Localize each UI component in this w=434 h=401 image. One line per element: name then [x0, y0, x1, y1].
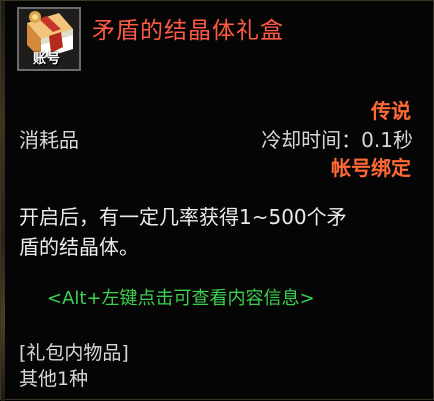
gift-box-icon: 账号 [17, 7, 81, 71]
tooltip-border [1, 1, 5, 401]
item-description: 开启后，有一定几率获得1~500个矛 盾的结晶体。 [19, 202, 419, 262]
description-line: 盾的结晶体。 [19, 235, 139, 259]
item-category: 消耗品 [19, 128, 79, 152]
description-line: 开启后，有一定几率获得1~500个矛 [19, 205, 347, 229]
cooldown-text: 冷却时间：0.1秒 [261, 128, 413, 152]
rarity-label: 传说 [371, 99, 411, 123]
package-contents: [礼包内物品] 其他1种 [19, 340, 129, 392]
item-name: 矛盾的结晶体礼盒 [92, 18, 284, 44]
view-contents-hint: <Alt+左键点击可查看内容信息> [47, 288, 315, 309]
binding-label: 帐号绑定 [331, 156, 411, 180]
account-tag: 账号 [33, 52, 62, 67]
item-tooltip: 账号 矛盾的结晶体礼盒 传说 消耗品 冷却时间：0.1秒 帐号绑定 开启后，有一… [0, 0, 434, 401]
contents-summary: 其他1种 [19, 368, 89, 390]
contents-header: [礼包内物品] [19, 342, 129, 364]
